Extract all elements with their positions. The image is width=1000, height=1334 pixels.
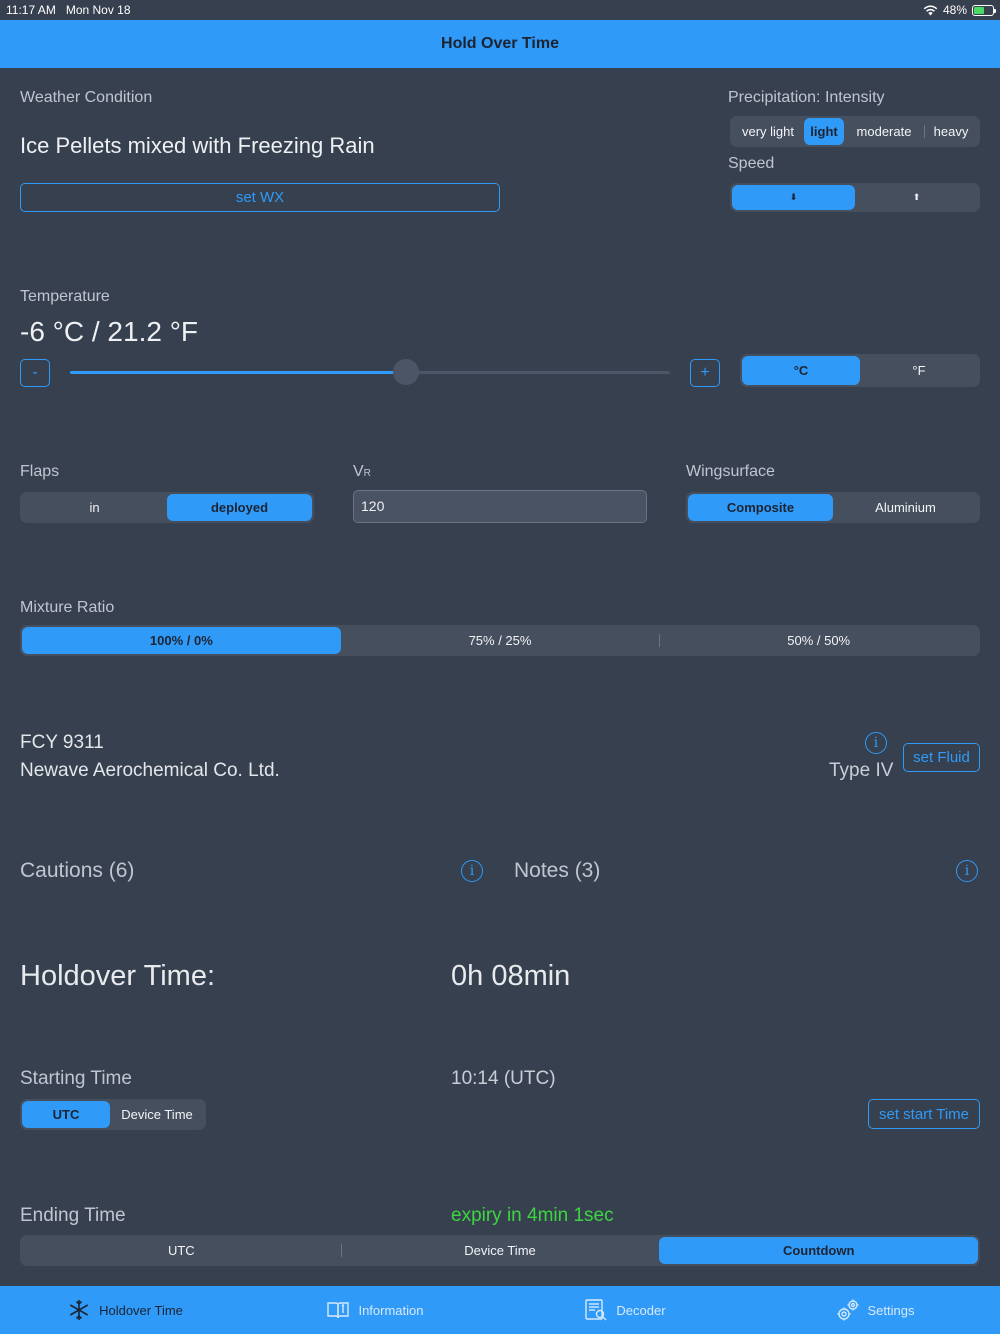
wingsurface-composite[interactable]: Composite	[688, 494, 833, 521]
tab-decoder[interactable]: Decoder	[500, 1286, 750, 1334]
fluid-info-icon[interactable]: i	[865, 732, 887, 754]
mixture-100-0[interactable]: 100% / 0%	[22, 627, 341, 654]
tab-holdover-time-label: Holdover Time	[99, 1302, 183, 1318]
fluid-manufacturer: Newave Aerochemical Co. Ltd.	[20, 760, 280, 781]
ending-time-label: Ending Time	[20, 1205, 126, 1226]
battery-icon	[972, 4, 996, 16]
arrow-up-icon: ⬆	[912, 192, 921, 202]
tab-decoder-label: Decoder	[616, 1302, 666, 1318]
vr-input[interactable]: 120	[353, 490, 647, 523]
intensity-heavy[interactable]: heavy	[924, 118, 978, 145]
snowflake-icon	[69, 1300, 89, 1320]
ending-time-mode-control: UTC Device Time Countdown	[20, 1235, 980, 1266]
temperature-slider[interactable]	[70, 359, 670, 385]
mixture-ratio-control: 100% / 0% 75% / 25% 50% / 50%	[20, 625, 980, 656]
notes-label[interactable]: Notes (3)	[514, 859, 600, 883]
status-right: 48%	[923, 3, 996, 17]
fluid-name: FCY 9311	[20, 732, 104, 753]
flaps-control: in deployed	[20, 492, 314, 523]
weather-condition-value: Ice Pellets mixed with Freezing Rain	[20, 133, 375, 158]
ending-countdown[interactable]: Countdown	[659, 1237, 979, 1264]
temperature-value: -6 °C / 21.2 °F	[20, 316, 199, 347]
unit-fahrenheit[interactable]: °F	[860, 356, 978, 385]
temperature-slider-thumb[interactable]	[393, 359, 419, 385]
set-wx-button[interactable]: set WX	[20, 183, 500, 212]
status-time: 11:17 AM Mon Nov 18	[6, 3, 131, 17]
tab-information-label: Information	[358, 1302, 424, 1318]
cautions-label[interactable]: Cautions (6)	[20, 859, 134, 883]
wingsurface-control: Composite Aluminium	[686, 492, 980, 523]
nav-bar: Hold Over Time	[0, 20, 1000, 68]
precipitation-label: Precipitation: Intensity	[728, 89, 885, 106]
intensity-very-light[interactable]: very light	[732, 118, 804, 145]
tab-information[interactable]: Information	[250, 1286, 500, 1334]
unit-celsius[interactable]: °C	[742, 356, 860, 385]
notes-info-icon[interactable]: i	[956, 860, 978, 882]
intensity-light[interactable]: light	[804, 118, 844, 145]
speed-label: Speed	[728, 155, 775, 172]
speed-option-down[interactable]: ⬇	[732, 185, 855, 210]
cautions-info-icon[interactable]: i	[461, 860, 483, 882]
page-title: Hold Over Time	[441, 35, 559, 52]
gear-icon	[837, 1299, 858, 1321]
mixture-75-25[interactable]: 75% / 25%	[341, 627, 660, 654]
holdover-time-label: Holdover Time:	[20, 960, 216, 992]
arrow-down-icon: ⬇	[789, 192, 798, 202]
temperature-increase-button[interactable]: +	[690, 359, 720, 387]
flaps-in[interactable]: in	[22, 494, 167, 521]
weather-condition-label: Weather Condition	[20, 89, 153, 106]
temperature-unit-control: °C °F	[740, 354, 980, 387]
set-fluid-button[interactable]: set Fluid	[903, 743, 980, 772]
fluid-type: Type IV	[829, 760, 894, 781]
tab-settings[interactable]: Settings	[750, 1286, 1000, 1334]
wingsurface-aluminium[interactable]: Aluminium	[833, 494, 978, 521]
decoder-icon	[585, 1299, 607, 1321]
battery-percent: 48%	[942, 3, 967, 17]
starting-time-zone-control: UTC Device Time	[20, 1099, 206, 1130]
starting-utc[interactable]: UTC	[22, 1101, 110, 1128]
tab-bar: Holdover Time Information Decoder Settin…	[0, 1286, 1000, 1334]
temperature-slider-fill	[70, 371, 406, 374]
wingsurface-label: Wingsurface	[686, 463, 775, 480]
vr-label: VR	[353, 463, 371, 480]
starting-time-label: Starting Time	[20, 1068, 132, 1089]
speed-control: ⬇ ⬆	[730, 183, 980, 212]
mixture-50-50[interactable]: 50% / 50%	[659, 627, 978, 654]
set-start-time-button[interactable]: set start Time	[868, 1099, 980, 1129]
flaps-deployed[interactable]: deployed	[167, 494, 312, 521]
precipitation-intensity-control: very light light moderate heavy	[730, 116, 980, 147]
book-icon	[327, 1302, 350, 1319]
mixture-ratio-label: Mixture Ratio	[20, 599, 115, 616]
temperature-label: Temperature	[20, 288, 110, 305]
ending-time-expiry: expiry in 4min 1sec	[451, 1205, 614, 1226]
starting-device-time[interactable]: Device Time	[110, 1101, 204, 1128]
temperature-decrease-button[interactable]: -	[20, 359, 50, 387]
intensity-moderate[interactable]: moderate	[844, 118, 924, 145]
holdover-time-value: 0h 08min	[451, 960, 571, 992]
starting-time-value: 10:14 (UTC)	[451, 1068, 556, 1089]
flaps-label: Flaps	[20, 463, 60, 480]
ending-device-time[interactable]: Device Time	[340, 1237, 660, 1264]
tab-holdover-time[interactable]: Holdover Time	[0, 1286, 250, 1334]
wifi-icon	[923, 4, 938, 15]
status-bar: 11:17 AM Mon Nov 18 48%	[0, 0, 1000, 20]
ending-utc[interactable]: UTC	[22, 1237, 341, 1264]
tab-settings-label: Settings	[867, 1302, 915, 1318]
speed-option-up[interactable]: ⬆	[855, 185, 978, 210]
